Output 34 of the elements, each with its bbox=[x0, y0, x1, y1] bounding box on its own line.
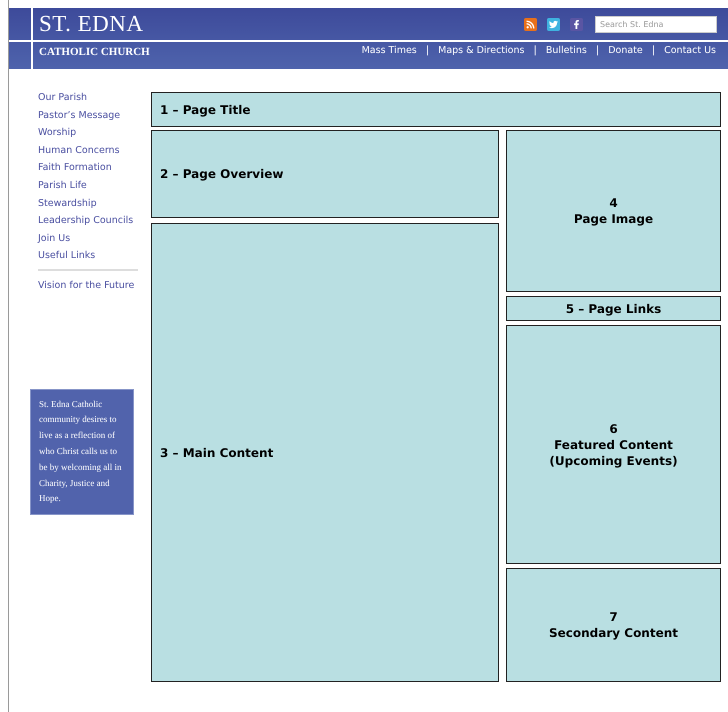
nav-separator: | bbox=[652, 45, 656, 56]
layout-block: 5 – Page Links bbox=[506, 296, 721, 321]
layout-block: 3 – Main Content bbox=[151, 223, 499, 682]
rss-icon[interactable] bbox=[524, 18, 537, 30]
sidebar-link[interactable]: Parish Life bbox=[38, 178, 137, 193]
layout-block: 2 – Page Overview bbox=[151, 130, 499, 218]
layout-block: 1 – Page Title bbox=[151, 92, 721, 127]
layout-block: 6 Featured Content (Upcoming Events) bbox=[506, 325, 721, 564]
nav-link[interactable]: Mass Times bbox=[362, 45, 417, 56]
nav-link[interactable]: Contact Us bbox=[664, 45, 716, 56]
sidebar-link[interactable]: Our Parish bbox=[38, 91, 137, 105]
bird-icon[interactable] bbox=[547, 18, 560, 30]
sidebar-link[interactable]: Faith Formation bbox=[38, 161, 137, 175]
layout-block: 7 Secondary Content bbox=[506, 568, 721, 682]
nav-link[interactable]: Maps & Directions bbox=[438, 45, 524, 56]
sidebar-link[interactable]: Stewardship bbox=[38, 196, 137, 210]
facebook-icon[interactable] bbox=[570, 18, 583, 30]
sidebar-link[interactable]: Vision for the Future bbox=[38, 278, 137, 293]
site-title: ST. EDNA bbox=[39, 11, 145, 37]
sidebar-link[interactable]: Useful Links bbox=[38, 249, 137, 263]
layout-block: 4 Page Image bbox=[506, 130, 721, 292]
sidebar-link[interactable]: Leadership Councils bbox=[38, 214, 137, 228]
nav-link[interactable]: Bulletins bbox=[546, 45, 587, 56]
search-field[interactable]: Search St. Edna bbox=[595, 16, 717, 32]
sidebar-link[interactable]: Pastor’s Message bbox=[38, 108, 137, 122]
nav-separator: | bbox=[596, 45, 600, 56]
sidebar-link[interactable]: Worship bbox=[38, 126, 137, 140]
nav-link[interactable]: Donate bbox=[608, 45, 643, 56]
sidebar-link[interactable]: Human Concerns bbox=[38, 144, 137, 158]
sidebar-link[interactable]: Join Us bbox=[38, 232, 137, 246]
mission-statement: St. Edna Catholic community desires to live as a reflection of who Christ calls us to be by welcoming all in Charity, Justice and Hope. bbox=[30, 388, 134, 516]
nav-separator: | bbox=[426, 45, 430, 56]
site-subtitle: CATHOLIC CHURCH bbox=[39, 46, 151, 58]
nav-separator: | bbox=[533, 45, 537, 56]
